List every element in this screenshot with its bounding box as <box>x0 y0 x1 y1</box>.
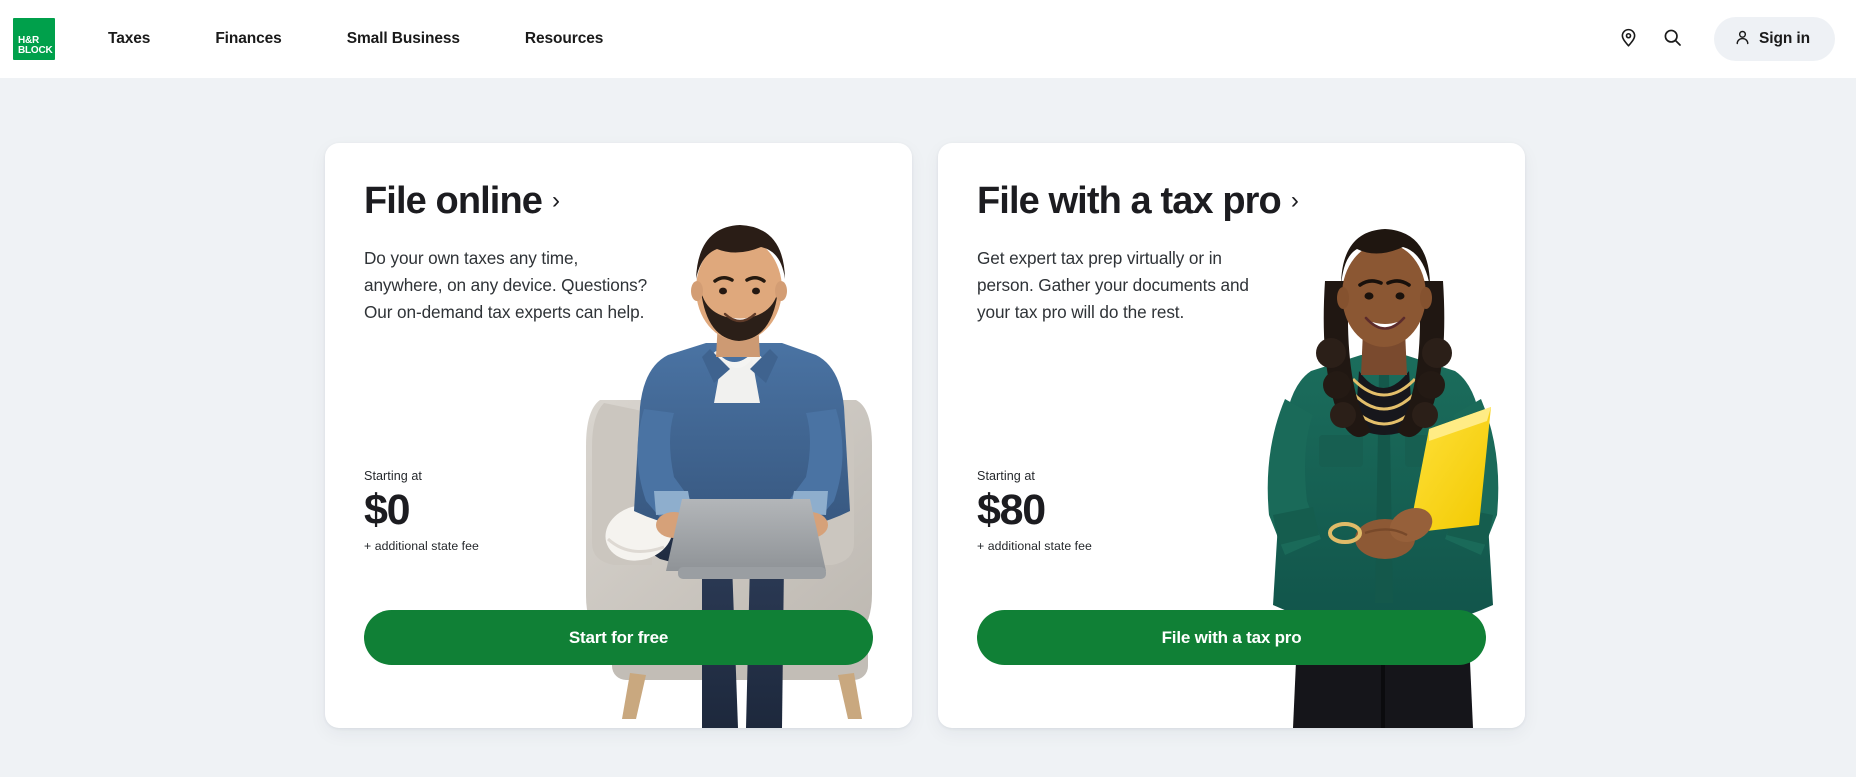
search-button[interactable] <box>1650 17 1694 61</box>
card-heading-text: File with a tax pro <box>977 180 1282 222</box>
file-online-content: File online › Do your own taxes any time… <box>325 143 912 326</box>
chevron-right-icon: › <box>552 187 561 215</box>
card-heading-file-with-a-tax-pro[interactable]: File with a tax pro › <box>977 180 1525 222</box>
page-body: File online › Do your own taxes any time… <box>0 78 1856 777</box>
logo-line-2: BLOCK <box>18 45 53 56</box>
card-description-file-online: Do your own taxes any time, anywhere, on… <box>364 247 648 322</box>
location-pin-icon <box>1618 27 1639 51</box>
nav-link-resources[interactable]: Resources <box>525 22 603 56</box>
nav-link-small-business[interactable]: Small Business <box>347 22 460 56</box>
location-button[interactable] <box>1606 17 1650 61</box>
file-with-a-tax-pro-button[interactable]: File with a tax pro <box>977 610 1486 665</box>
search-icon <box>1662 27 1683 51</box>
chevron-right-icon: › <box>1290 187 1299 215</box>
price-block-file-online: Starting at $0 + additional state fee <box>364 469 479 553</box>
nav-utility-group: Sign in <box>1606 17 1835 61</box>
card-file-online[interactable]: File online › Do your own taxes any time… <box>325 143 912 728</box>
nav-link-taxes[interactable]: Taxes <box>108 22 150 56</box>
hr-block-logo[interactable]: H&R BLOCK <box>13 18 55 60</box>
price-block-tax-pro: Starting at $80 + additional state fee <box>977 469 1092 553</box>
price-label: Starting at <box>364 468 422 483</box>
price-note: + additional state fee <box>977 539 1092 553</box>
sign-in-button[interactable]: Sign in <box>1714 17 1835 61</box>
product-card-group: File online › Do your own taxes any time… <box>325 143 1525 728</box>
card-file-with-a-tax-pro[interactable]: File with a tax pro › Get expert tax pre… <box>938 143 1525 728</box>
start-for-free-button[interactable]: Start for free <box>364 610 873 665</box>
price-label: Starting at <box>977 468 1035 483</box>
card-heading-text: File online <box>364 180 543 222</box>
price-note: + additional state fee <box>364 539 479 553</box>
nav-link-finances[interactable]: Finances <box>215 22 282 56</box>
tax-pro-content: File with a tax pro › Get expert tax pre… <box>938 143 1525 326</box>
card-heading-file-online[interactable]: File online › <box>364 180 912 222</box>
price-amount: $0 <box>364 485 411 534</box>
price-amount: $80 <box>977 485 1046 534</box>
primary-nav-links: Taxes Finances Small Business Resources <box>108 22 668 56</box>
user-icon <box>1734 29 1751 49</box>
card-description-tax-pro: Get expert tax prep virtually or in pers… <box>977 247 1249 322</box>
sign-in-label: Sign in <box>1759 30 1810 47</box>
top-navigation-bar: H&R BLOCK Taxes Finances Small Business … <box>0 0 1856 78</box>
